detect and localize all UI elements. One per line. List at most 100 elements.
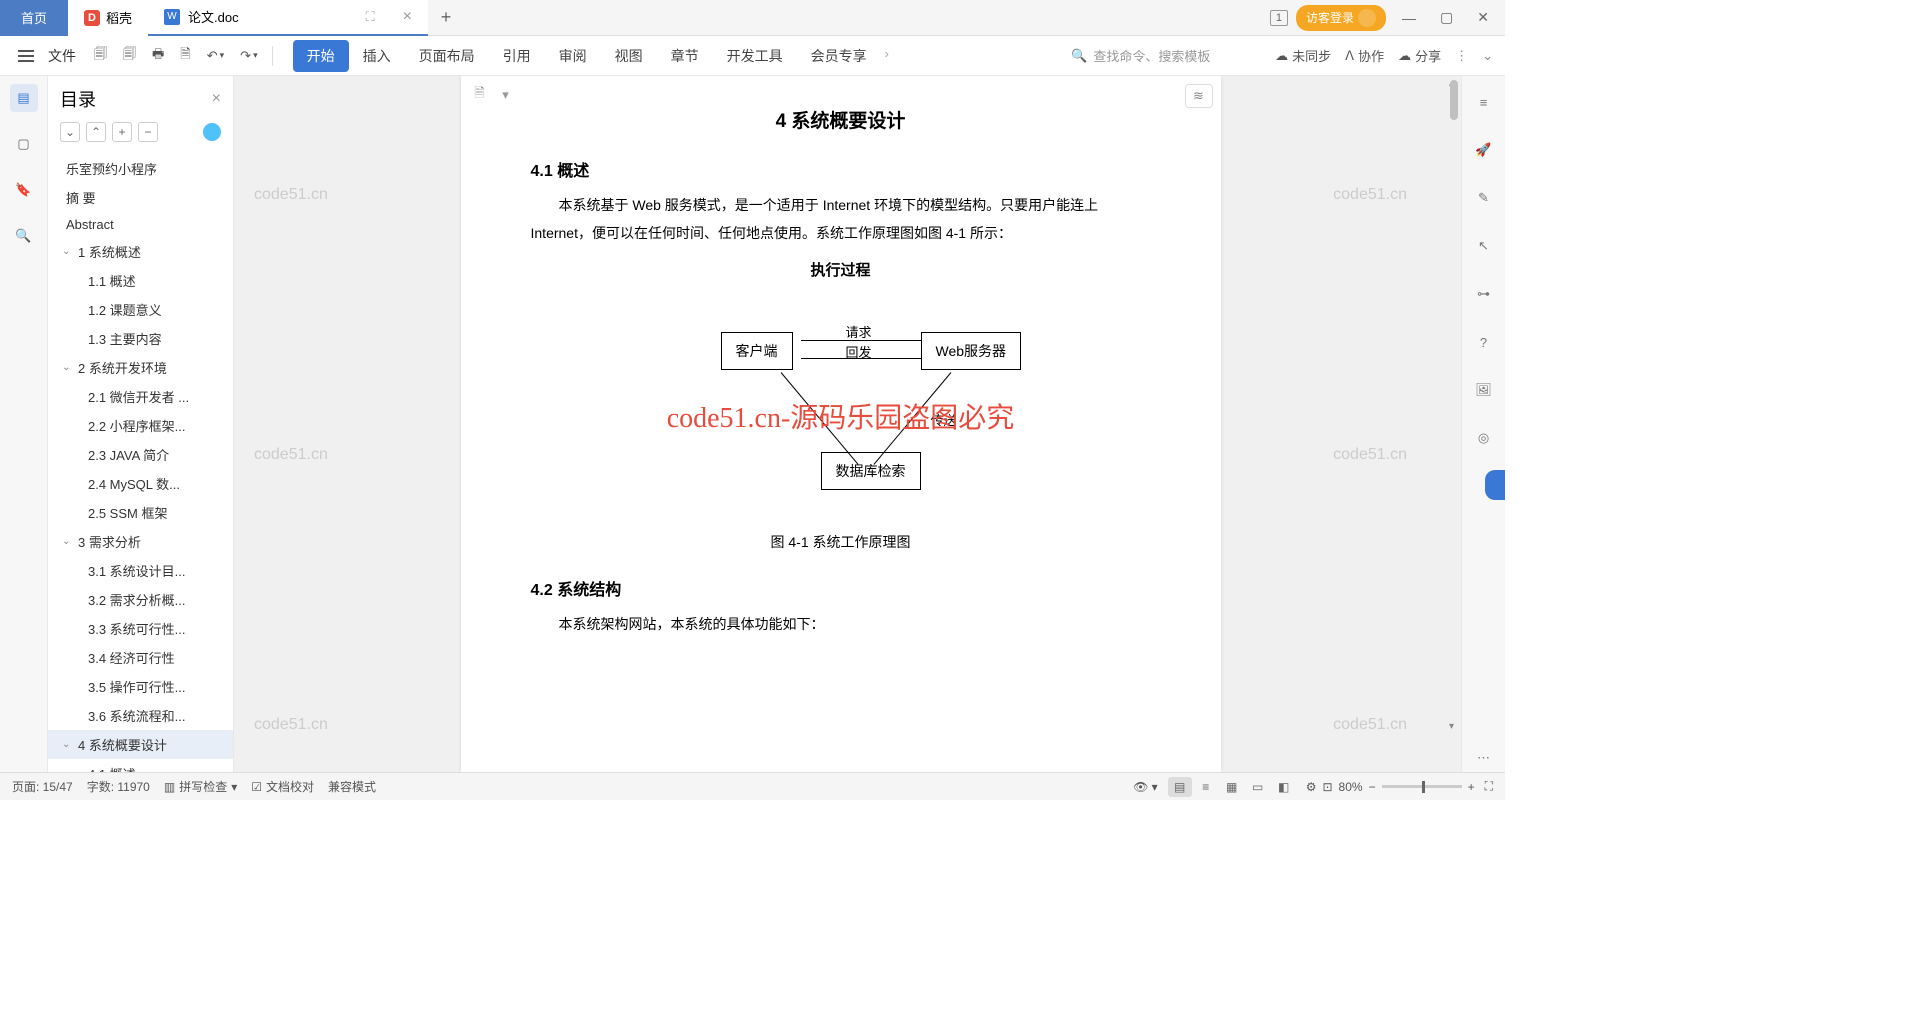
zoom-in-icon[interactable]: + bbox=[1468, 780, 1475, 794]
outline-remove-icon[interactable]: − bbox=[138, 122, 158, 142]
outline-rail-icon[interactable]: ▤ bbox=[10, 84, 38, 112]
chevron-icon[interactable]: ⌄ bbox=[62, 536, 74, 547]
tab-vip[interactable]: 会员专享 bbox=[797, 40, 881, 72]
spellcheck-button[interactable]: ▥ 拼写检查 ▾ bbox=[164, 778, 237, 795]
rocket-rail-icon[interactable]: 🚀 bbox=[1470, 136, 1498, 164]
outline-expand-icon[interactable]: ⌃ bbox=[86, 122, 106, 142]
outline-item[interactable]: 1.1 概述 bbox=[48, 266, 233, 295]
ruler-icon[interactable]: ⊡ bbox=[1322, 780, 1332, 794]
chevron-icon[interactable]: ⌄ bbox=[62, 739, 74, 750]
close-icon[interactable]: × bbox=[403, 8, 412, 26]
outline-item[interactable]: ⌄3 需求分析 bbox=[48, 527, 233, 556]
outline-item[interactable]: 3.5 操作可行性... bbox=[48, 672, 233, 701]
tab-section[interactable]: 章节 bbox=[657, 40, 713, 72]
outline-item[interactable]: 3.1 系统设计目... bbox=[48, 556, 233, 585]
collab-button[interactable]: ᐱ 协作 bbox=[1345, 46, 1384, 65]
ribbon-rail-icon[interactable]: 🔖 bbox=[10, 176, 38, 204]
outline-badge-icon[interactable] bbox=[203, 123, 221, 141]
outline-item[interactable]: 2.4 MySQL 数... bbox=[48, 469, 233, 498]
settings-rail-icon[interactable]: ≡ bbox=[1470, 88, 1498, 116]
outline-close-icon[interactable]: × bbox=[212, 90, 221, 108]
outline-item[interactable]: ⌄1 系统概述 bbox=[48, 237, 233, 266]
tab-devtools[interactable]: 开发工具 bbox=[713, 40, 797, 72]
tab-count-badge[interactable]: 1 bbox=[1270, 10, 1288, 26]
undo-icon[interactable]: ↶▾ bbox=[201, 44, 230, 68]
sync-button[interactable]: ☁ 未同步 bbox=[1275, 46, 1331, 65]
collapse-ribbon-icon[interactable]: ⌄ bbox=[1482, 48, 1493, 64]
help-rail-icon[interactable]: ? bbox=[1470, 328, 1498, 356]
view-page-icon[interactable]: ▤ bbox=[1168, 777, 1192, 797]
outline-item[interactable]: 2.3 JAVA 简介 bbox=[48, 440, 233, 469]
outline-item[interactable]: 4.1 概述 bbox=[48, 759, 233, 772]
tab-insert[interactable]: 插入 bbox=[349, 40, 405, 72]
side-tag[interactable] bbox=[1485, 470, 1505, 500]
tab-docer[interactable]: D 稻壳 bbox=[68, 0, 148, 36]
view-focus-icon[interactable]: ◧ bbox=[1272, 777, 1296, 797]
adjust-rail-icon[interactable]: ⊶ bbox=[1470, 280, 1498, 308]
zoom-slider[interactable] bbox=[1382, 785, 1462, 788]
preview-icon[interactable]: 🗎 bbox=[174, 41, 196, 71]
scroll-thumb[interactable] bbox=[1450, 80, 1458, 120]
view-read-icon[interactable]: ▭ bbox=[1246, 777, 1270, 797]
page-indicator[interactable]: 页面: 15/47 bbox=[12, 778, 73, 795]
share-button[interactable]: ☁ 分享 bbox=[1398, 46, 1441, 65]
outline-collapse-icon[interactable]: ⌄ bbox=[60, 122, 80, 142]
image-rail-icon[interactable]: 🖼 bbox=[1470, 376, 1498, 404]
screen-icon[interactable]: ⛶ bbox=[366, 9, 375, 25]
outline-list[interactable]: 乐室预约小程序摘 要Abstract⌄1 系统概述1.1 概述1.2 课题意义1… bbox=[48, 150, 233, 772]
gear-icon[interactable]: ⚙ bbox=[1306, 780, 1317, 794]
target-rail-icon[interactable]: ◎ bbox=[1470, 424, 1498, 452]
login-button[interactable]: 访客登录 bbox=[1296, 5, 1386, 31]
page-dropdown-icon[interactable]: ▾ bbox=[495, 84, 517, 106]
chevron-icon[interactable]: ⌄ bbox=[62, 362, 74, 373]
outline-item[interactable]: 3.6 系统流程和... bbox=[48, 701, 233, 730]
scroll-down-icon[interactable]: ▾ bbox=[1449, 721, 1454, 732]
tab-reference[interactable]: 引用 bbox=[489, 40, 545, 72]
tab-layout[interactable]: 页面布局 bbox=[405, 40, 489, 72]
outline-item[interactable]: 摘 要 bbox=[48, 183, 233, 212]
outline-item[interactable]: 1.2 课题意义 bbox=[48, 295, 233, 324]
document-area[interactable]: code51.cn code51.cn code51.cn code51.cn … bbox=[234, 76, 1447, 772]
minimize-icon[interactable]: — bbox=[1394, 10, 1424, 26]
search-box[interactable]: 🔍 查找命令、搜索模板 bbox=[1071, 46, 1261, 65]
saveas-icon[interactable]: 🗐 bbox=[117, 41, 142, 71]
outline-item[interactable]: 2.2 小程序框架... bbox=[48, 411, 233, 440]
kebab-icon[interactable]: ⋮ bbox=[1455, 48, 1468, 64]
bookmark-rail-icon[interactable]: ▢ bbox=[10, 130, 38, 158]
zoom-out-icon[interactable]: − bbox=[1369, 780, 1376, 794]
outline-item[interactable]: 3.3 系统可行性... bbox=[48, 614, 233, 643]
page-icon[interactable]: 🗎 bbox=[469, 84, 491, 106]
outline-item[interactable]: 1.3 主要内容 bbox=[48, 324, 233, 353]
outline-item[interactable]: 3.2 需求分析概... bbox=[48, 585, 233, 614]
chevron-icon[interactable]: ⌄ bbox=[62, 246, 74, 257]
tab-home[interactable]: 首页 bbox=[0, 0, 68, 36]
fullscreen-icon[interactable]: ⛶ bbox=[1485, 779, 1493, 794]
outline-item[interactable]: Abstract bbox=[48, 212, 233, 237]
view-web-icon[interactable]: ▦ bbox=[1220, 777, 1244, 797]
scrollbar[interactable]: ▴ ▾ bbox=[1447, 76, 1461, 772]
search-rail-icon[interactable]: 🔍 bbox=[10, 222, 38, 250]
outline-item[interactable]: 2.5 SSM 框架 bbox=[48, 498, 233, 527]
zoom-level[interactable]: 80% bbox=[1339, 780, 1363, 794]
outline-item[interactable]: ⌄4 系统概要设计 bbox=[48, 730, 233, 759]
tab-document[interactable]: W 论文.doc ⛶ × bbox=[148, 0, 428, 36]
outline-item[interactable]: 2.1 微信开发者 ... bbox=[48, 382, 233, 411]
outline-item[interactable]: 乐室预约小程序 bbox=[48, 154, 233, 183]
view-outline-icon[interactable]: ≡ bbox=[1194, 777, 1218, 797]
redo-icon[interactable]: ↷▾ bbox=[234, 44, 263, 68]
cursor-rail-icon[interactable]: ↖ bbox=[1470, 232, 1498, 260]
outline-item[interactable]: ⌄2 系统开发环境 bbox=[48, 353, 233, 382]
menu-button[interactable] bbox=[12, 46, 40, 66]
pen-rail-icon[interactable]: ✎ bbox=[1470, 184, 1498, 212]
fold-button[interactable]: ≋ bbox=[1185, 84, 1213, 108]
word-count[interactable]: 字数: 11970 bbox=[87, 778, 150, 795]
tab-review[interactable]: 审阅 bbox=[545, 40, 601, 72]
proofread-button[interactable]: ☑ 文档校对 bbox=[251, 778, 314, 795]
outline-add-icon[interactable]: + bbox=[112, 122, 132, 142]
tab-start[interactable]: 开始 bbox=[293, 40, 349, 72]
eye-icon[interactable]: 👁 ▾ bbox=[1133, 780, 1158, 794]
tab-view[interactable]: 视图 bbox=[601, 40, 657, 72]
more-rail-icon[interactable]: ⋯ bbox=[1470, 744, 1498, 772]
close-window-icon[interactable]: ✕ bbox=[1469, 9, 1497, 26]
new-tab-button[interactable]: + bbox=[428, 7, 464, 28]
